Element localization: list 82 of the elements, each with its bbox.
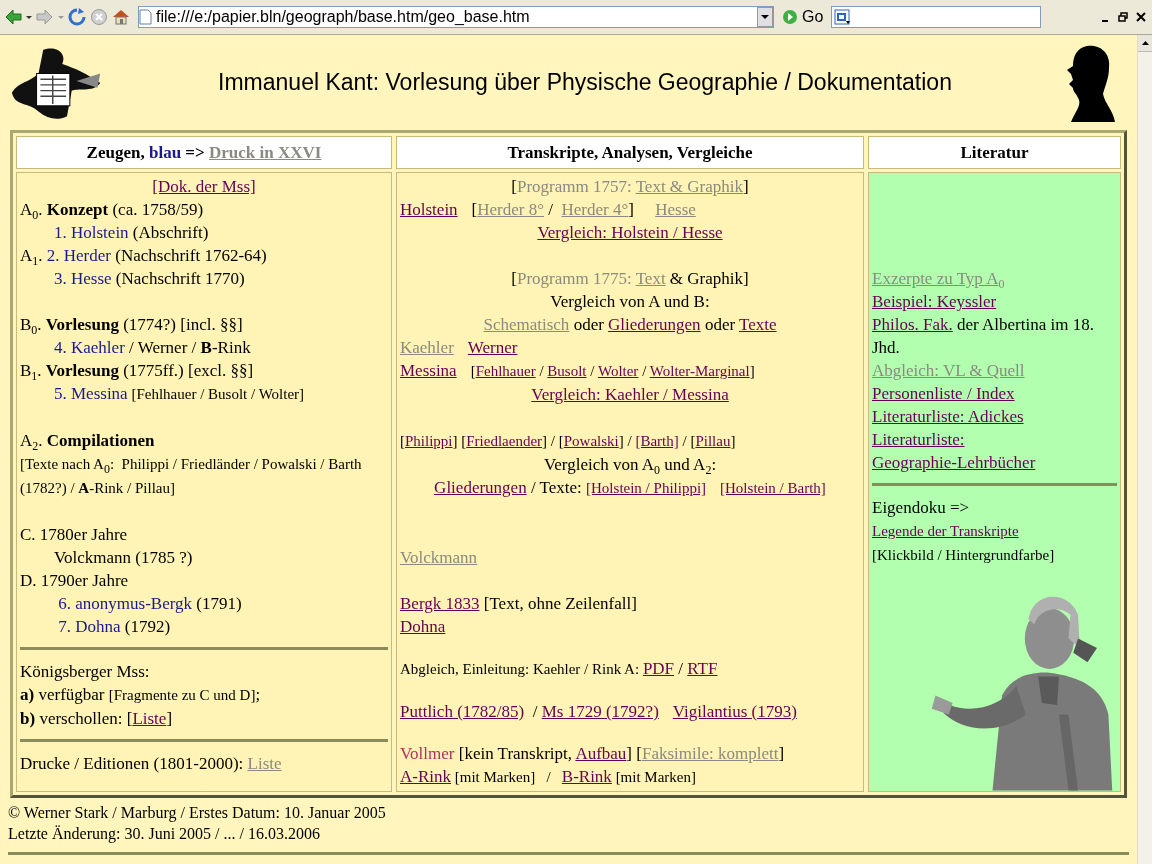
address-field[interactable]: file:///e:/papier.bln/geograph/base.htm/geo_base.htm (138, 6, 774, 28)
text-line: [Texte nach A$_{0}$: Philippi / Friedländer / Powalski / Barth (1782?) / A-Rink / Pillau] (20, 455, 363, 498)
text-line: [Klickbild / Hintergrundfarbe] (872, 546, 1056, 565)
link[interactable]: Literaturliste: (872, 430, 965, 449)
link[interactable]: [Dok. der Mss] (152, 177, 256, 196)
text-line: C. 1780er Jahre (20, 524, 129, 546)
column-title: Literatur (960, 142, 1029, 164)
link[interactable]: Texte (739, 315, 777, 334)
link[interactable]: RTF (687, 659, 718, 678)
link[interactable]: Wolter (597, 363, 639, 379)
text-line: A-Rink [mit Marken] / B-Rink [mit Marken] (400, 766, 697, 788)
link[interactable]: Vergleich: Holstein / Hesse (537, 223, 723, 242)
text-line: Philos. Fak. der Albertina im 18. Jhd. (872, 314, 1095, 359)
link[interactable]: Beispiel: Keyssler (872, 292, 997, 311)
text-line: Drucke / Editionen (1801-2000): Liste (20, 753, 283, 775)
text-line: Vergleich von A und B: (549, 291, 711, 313)
link[interactable]: Geographie-Lehrbücher (872, 453, 1036, 472)
text-line: 7. Dohna (1792) (57, 616, 172, 638)
link[interactable]: Personenliste / Index (872, 384, 1015, 403)
link[interactable]: Philippi (405, 433, 453, 449)
link[interactable]: Gliederungen (608, 315, 701, 334)
text-line: Puttlich (1782/85) / Ms 1729 (1792?) Vigilantius (1793) (400, 701, 798, 723)
link[interactable]: Powalski (563, 433, 619, 449)
link[interactable]: Vigilantius (1793) (672, 702, 797, 721)
link[interactable]: [Holstein / Barth] (720, 480, 826, 496)
text-line: 5. Messina [Fehlhauer / Busolt / Wolter] (54, 383, 306, 405)
text-line: B$_{1}$. Vorlesung (1775ff.) [excl. §§] (20, 360, 255, 382)
text-line: Holstein [Herder 8° / Herder 4°] Hesse (400, 199, 697, 221)
column-title: Transkripte, Analysen, Vergleiche (507, 142, 753, 164)
page-title: Immanuel Kant: Vorlesung über Physische Geographie / Dokumentation (217, 69, 953, 96)
link[interactable]: Holstein (400, 200, 458, 219)
text-line: Messina [Fehlhauer / Busolt / Wolter / Wolter-Marginal] (400, 360, 756, 382)
go-button[interactable]: Go (778, 8, 828, 26)
text-line: 6. anonymus-Bergk (1791) (57, 593, 243, 615)
text-line: [Programm 1757: Text & Graphik] (510, 176, 750, 198)
text-line: [Philippi] [Friedlaender] / [Powalski] / [Barth] / [Pillau] (400, 432, 737, 451)
link[interactable]: Wolter-Marginal (649, 363, 750, 379)
text-line: [Programm 1775: Text & Graphik] (510, 268, 750, 290)
text-line: Schematisch oder Gliederungen oder Texte (482, 314, 778, 336)
column-title: Zeugen, blau => Druck in XXVI (86, 142, 322, 164)
link[interactable]: [Holstein / Philippi] (586, 480, 707, 496)
link[interactable]: Vergleich: Kaehler / Messina (531, 385, 729, 404)
text-line: Eigendoku => (872, 497, 971, 519)
text-line: a) verfügbar [Fragmente zu C und D]; (20, 684, 262, 706)
link[interactable]: Legende der Transkripte (872, 523, 1019, 539)
text-line: 4. Kaehler / Werner / B-Rink (54, 337, 252, 359)
text-line: B$_{0}$. Vorlesung (1774?) [incl. §§] (20, 314, 244, 336)
link[interactable]: Dohna (400, 617, 446, 636)
text-line: Abgleich, Einleitung: Kaehler / Rink A: PDF / RTF (400, 658, 719, 680)
text-line: A$_{2}$. Compilationen (20, 430, 156, 452)
link[interactable]: Puttlich (1782/85) (400, 702, 525, 721)
footer-text: Letzte Änderung: 30. Juni 2005 / ... / 16.03.2006 (8, 824, 321, 844)
text-line: Vergleich von A$_{0}$ und A$_{2}$: (542, 454, 718, 476)
link[interactable]: Busolt (547, 363, 587, 379)
text-line: Bergk 1833 [Text, ohne Zeilenfall] (400, 593, 638, 615)
link[interactable]: Literaturliste: Adickes (872, 407, 1024, 426)
text-line: A$_{1}$. 2. Herder (Nachschrift 1762-64) (20, 245, 268, 267)
link[interactable]: Bergk 1833 (400, 594, 480, 613)
text-line: 1. Holstein (Abschrift) (54, 222, 210, 244)
link[interactable]: Fehlhauer (475, 363, 536, 379)
link[interactable]: Pillau (695, 433, 731, 449)
link[interactable]: Werner (467, 338, 518, 357)
text-line: A$_{0}$. Konzept (ca. 1758/59) (20, 199, 205, 221)
link[interactable]: Gliederungen (434, 478, 527, 497)
link[interactable]: Liste (132, 709, 167, 728)
text-line: Vollmer [kein Transkript, Aufbau] [Faksimile: komplett] (400, 743, 786, 765)
link[interactable]: Aufbau (575, 744, 627, 763)
link[interactable]: Messina (400, 361, 457, 380)
text-line: 3. Hesse (Nachschrift 1770) (54, 268, 246, 290)
text-line: D. 1790er Jahre (20, 570, 130, 592)
footer-text: © Werner Stark / Marburg / Erstes Datum: 10. Januar 2005 (8, 803, 387, 823)
link[interactable]: B-Rink (561, 767, 612, 786)
link[interactable]: Friedlaender (466, 433, 543, 449)
link[interactable]: [Barth] (635, 433, 679, 449)
link[interactable]: Ms 1729 (1792?) (541, 702, 659, 721)
link[interactable]: A-Rink (400, 767, 451, 786)
text-line: Volckmann (1785 ?) (54, 547, 194, 569)
text-line: b) verschollen: [Liste] (20, 708, 174, 730)
text-line: Königsberger Mss: (20, 661, 151, 683)
link[interactable]: Philos. Fak. (872, 315, 953, 334)
text-line: Gliederungen / Texte: [Holstein / Philippi] [Holstein / Barth] (433, 477, 827, 499)
link[interactable]: PDF (642, 659, 675, 678)
